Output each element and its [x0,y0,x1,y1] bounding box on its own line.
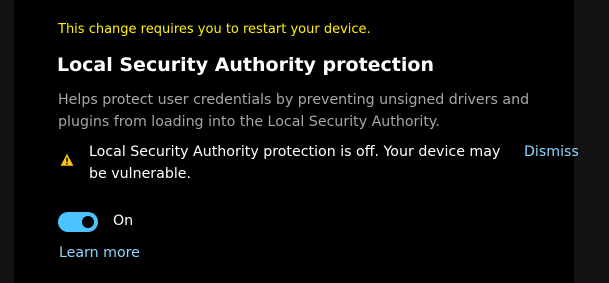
page-title: Local Security Authority protection [57,54,434,76]
lsa-protection-toggle[interactable] [58,212,98,232]
toggle-state-label: On [113,213,134,229]
warning-message: Local Security Authority protection is o… [89,144,501,182]
learn-more-link[interactable]: Learn more [59,245,140,261]
warning-triangle-icon [60,153,74,166]
lsa-protection-section: This change requires you to restart your… [14,0,579,283]
toggle-knob [82,216,94,228]
left-panel-edge [0,0,14,283]
restart-notice: This change requires you to restart your… [58,22,371,37]
dismiss-link[interactable]: Dismiss [524,141,579,163]
right-panel-edge [574,0,609,283]
setting-description: Helps protect user credentials by preven… [58,92,530,130]
